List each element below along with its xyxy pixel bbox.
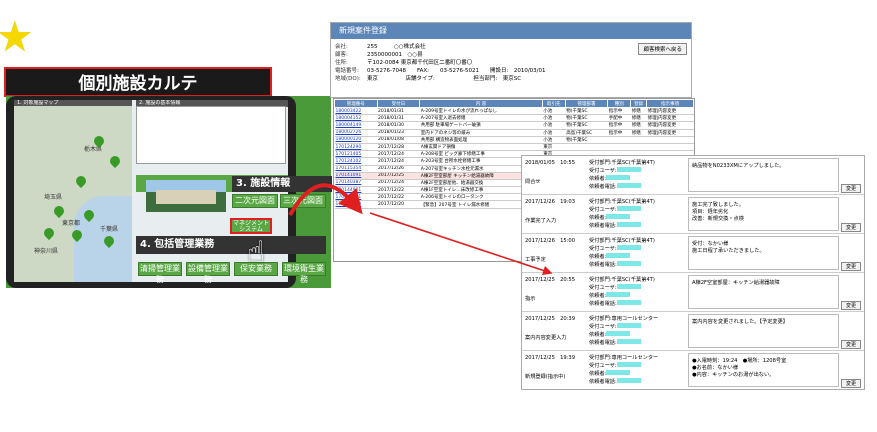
arrow-line (369, 212, 553, 276)
arrow-curve (288, 183, 363, 216)
arrows-overlay (288, 183, 553, 276)
